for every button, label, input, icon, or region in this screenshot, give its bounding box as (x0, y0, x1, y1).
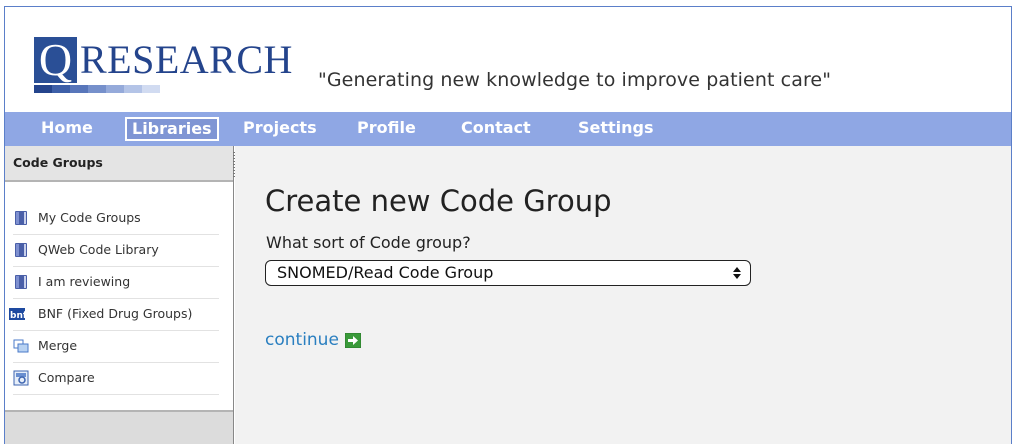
sidebar-title: Code Groups (5, 146, 233, 182)
sidebar-item-label: I am reviewing (38, 274, 131, 289)
logo-word: RESEARCH (80, 37, 293, 82)
nav-projects[interactable]: Projects (243, 117, 317, 141)
nav-settings[interactable]: Settings (578, 117, 654, 141)
code-group-type-select[interactable]: SNOMED/Read Code Group (265, 260, 751, 286)
sidebar-item-bnf[interactable]: bnf BNF (Fixed Drug Groups) (9, 298, 219, 331)
book-icon (15, 275, 27, 289)
continue-label: continue (265, 330, 339, 350)
nav-contact[interactable]: Contact (461, 117, 531, 141)
sidebar-item-compare[interactable]: Compare (13, 362, 219, 395)
sidebar: Code Groups My Code Groups QWeb Code Lib… (5, 146, 234, 444)
logo-letter: Q (34, 37, 77, 83)
bnf-icon: bnf (9, 308, 27, 321)
sidebar-item-label: BNF (Fixed Drug Groups) (38, 306, 193, 321)
nav-profile[interactable]: Profile (357, 117, 416, 141)
nav-libraries[interactable]: Libraries (125, 117, 219, 141)
sidebar-item-qweb-code-library[interactable]: QWeb Code Library (13, 234, 219, 267)
continue-link[interactable]: continue (265, 330, 361, 350)
sidebar-footer (5, 410, 233, 444)
qresearch-logo[interactable]: Q RESEARCH (34, 37, 292, 93)
sidebar-item-my-code-groups[interactable]: My Code Groups (13, 202, 219, 235)
header: Q RESEARCH "Generating new knowledge to … (5, 7, 1011, 112)
svg-text:bnf: bnf (10, 311, 27, 321)
merge-icon (13, 339, 29, 353)
book-icon (15, 243, 27, 257)
app-frame: Q RESEARCH "Generating new knowledge to … (4, 6, 1012, 444)
sidebar-item-i-am-reviewing[interactable]: I am reviewing (13, 266, 219, 299)
nav-home[interactable]: Home (41, 117, 93, 141)
sidebar-menu: My Code Groups QWeb Code Library I am re… (5, 182, 233, 410)
code-group-type-label: What sort of Code group? (266, 233, 471, 252)
main-nav: Home Libraries Projects Profile Contact … (5, 112, 1011, 146)
select-value: SNOMED/Read Code Group (277, 263, 494, 282)
sidebar-item-label: QWeb Code Library (38, 242, 159, 257)
sidebar-item-label: Merge (38, 338, 78, 353)
sidebar-item-label: Compare (38, 370, 95, 385)
sidebar-item-merge[interactable]: Merge (13, 330, 219, 363)
book-icon (15, 211, 27, 225)
tagline: "Generating new knowledge to improve pat… (318, 69, 832, 91)
compare-icon (13, 370, 29, 386)
arrow-right-icon (344, 332, 361, 348)
select-arrows-icon (733, 267, 741, 279)
page-title: Create new Code Group (265, 184, 612, 218)
logo-color-strip (34, 85, 274, 93)
main-content: Create new Code Group What sort of Code … (235, 146, 1011, 444)
sidebar-item-label: My Code Groups (38, 210, 141, 225)
